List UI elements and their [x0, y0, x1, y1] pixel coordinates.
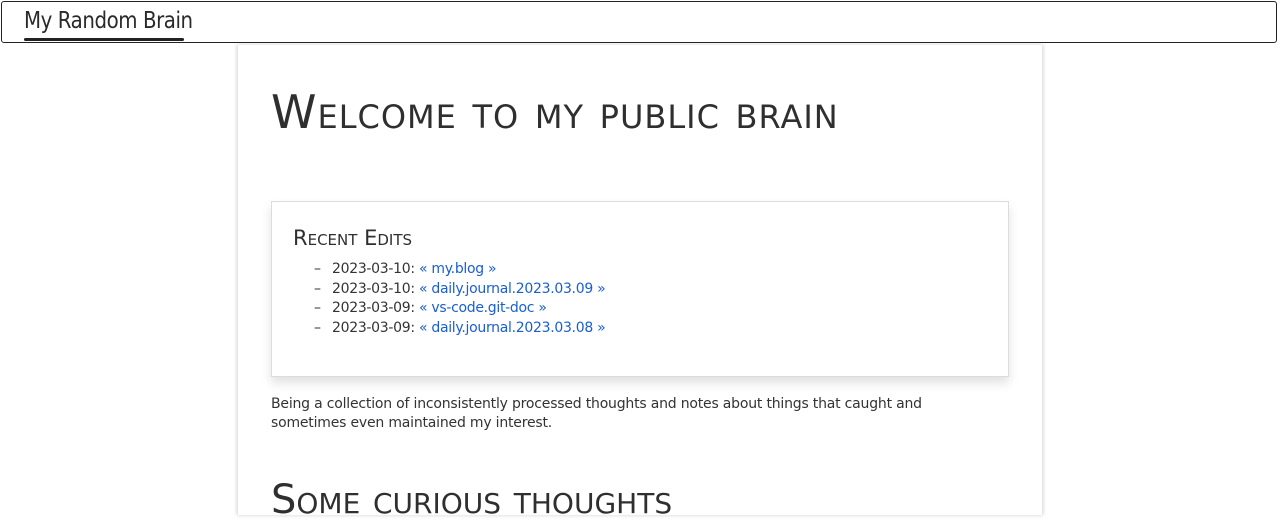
section-heading: Some curious thoughts: [271, 477, 673, 523]
list-item: –2023-03-10: « my.blog »: [314, 260, 605, 280]
intro-paragraph: Being a collection of inconsistently pro…: [271, 396, 922, 431]
edit-date: 2023-03-10:: [332, 280, 415, 297]
edit-date: 2023-03-09:: [332, 300, 415, 316]
edit-link-daily-journal-2023-03-08[interactable]: « daily.journal.2023.03.08 »: [419, 320, 606, 336]
edit-date: 2023-03-10:: [332, 261, 415, 277]
edit-link-vs-code-git-doc[interactable]: « vs-code.git-doc »: [419, 300, 547, 316]
list-bullet: –: [314, 300, 321, 316]
list-item: –2023-03-10: « daily.journal.2023.03.09 …: [314, 280, 606, 300]
main-content: Welcome to my public brain Recent Edits …: [237, 45, 1043, 523]
page-title: Welcome to my public brain: [271, 85, 839, 139]
top-navbar: My Random Brain: [1, 1, 1277, 43]
list-bullet: –: [314, 319, 321, 336]
edit-link-my-blog[interactable]: « my.blog »: [419, 261, 497, 277]
edit-link-daily-journal-2023-03-09[interactable]: « daily.journal.2023.03.09 »: [419, 281, 606, 297]
edit-date: 2023-03-09:: [332, 319, 415, 336]
recent-edits-box: Recent Edits –2023-03-10: « my.blog » –2…: [271, 201, 1009, 377]
recent-edits-heading: Recent Edits: [293, 226, 413, 250]
list-item: –2023-03-09: « vs-code.git-doc »: [314, 299, 605, 319]
list-bullet: –: [314, 280, 321, 297]
title-underline: [24, 38, 184, 41]
list-bullet: –: [314, 261, 321, 277]
recent-edits-list: –2023-03-10: « my.blog » –2023-03-10: « …: [314, 260, 606, 339]
list-item: –2023-03-09: « daily.journal.2023.03.08 …: [314, 319, 606, 339]
site-title-link[interactable]: My Random Brain: [24, 8, 193, 34]
